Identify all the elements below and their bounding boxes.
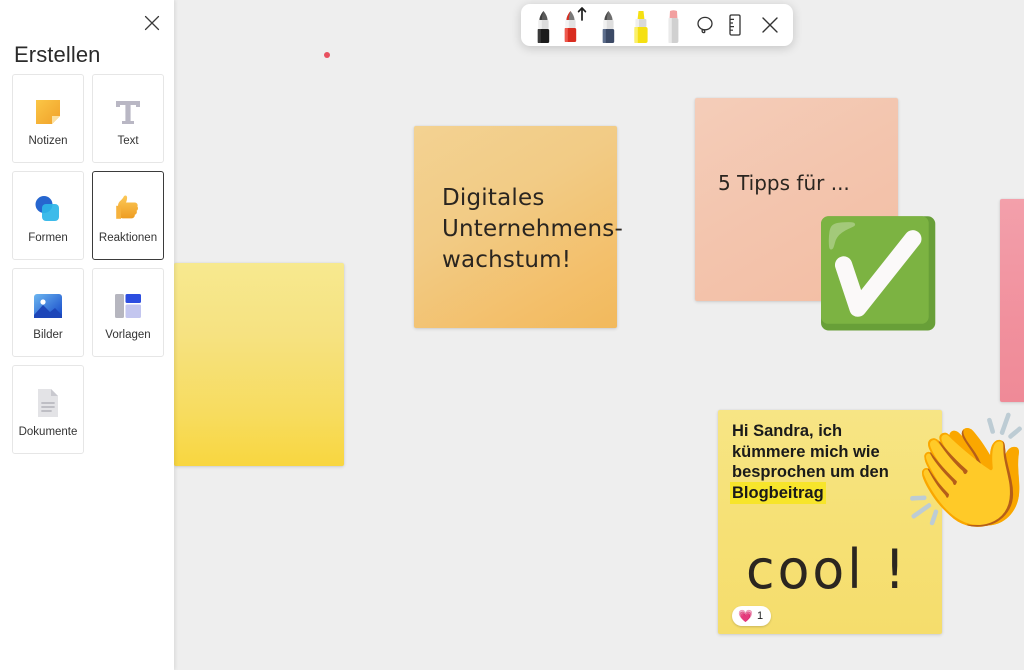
typed-line-2: kümmere mich wie (732, 442, 880, 461)
create-tile-dokumente[interactable]: Dokumente (12, 365, 84, 454)
create-tile-label: Bilder (33, 328, 63, 341)
pen-toolbar[interactable] (521, 4, 793, 46)
create-tile-label: Formen (28, 231, 68, 244)
create-tile-label: Reaktionen (98, 231, 158, 244)
text-t-icon (112, 90, 144, 134)
create-tile-vorlagen[interactable]: Vorlagen (92, 268, 164, 357)
templates-icon (113, 284, 143, 328)
ruler-icon[interactable] (722, 6, 749, 44)
sticky-note-yellow-left[interactable] (174, 263, 344, 466)
create-tile-label: Notizen (28, 134, 68, 147)
image-icon (32, 284, 64, 328)
create-tile-text[interactable]: Text (92, 74, 164, 163)
create-tile-label: Dokumente (18, 425, 78, 438)
create-tile-reaktionen[interactable]: Reaktionen (92, 171, 164, 260)
heart-icon: 💗 (738, 609, 753, 623)
check-mark-sticker[interactable]: ✅ (813, 222, 943, 326)
shapes-icon (31, 187, 65, 231)
pen-red-button[interactable] (561, 6, 589, 44)
create-tile-bilder[interactable]: Bilder (12, 268, 84, 357)
handwritten-ink-text: cool ! (746, 538, 909, 602)
reaction-count: 1 (756, 610, 764, 622)
sticky-note-pink-text: 5 Tipps für ... (718, 171, 850, 195)
page-title: Erstellen (14, 42, 101, 67)
typed-line-3: besprochen um den (732, 463, 889, 481)
reaction-badge[interactable]: 💗 1 (732, 606, 772, 626)
create-tile-label: Vorlagen (105, 328, 151, 341)
ink-dot (324, 52, 330, 58)
sticky-note-orange[interactable]: Digitales Unternehmens- wachstum! (414, 126, 623, 328)
close-icon[interactable] (756, 6, 783, 44)
pen-blue-button[interactable] (594, 6, 622, 44)
create-tile-formen[interactable]: Formen (12, 171, 84, 260)
create-panel-grid: Notizen Text Formen Reaktionen Bilder Vo… (12, 74, 164, 454)
highlighter-yellow-button[interactable] (626, 6, 654, 44)
sticky-note-icon (31, 90, 65, 134)
clapping-hands-sticker[interactable]: 👏 (900, 418, 1024, 530)
create-panel: Erstellen Notizen Text Formen Reaktionen… (0, 0, 174, 670)
sticky-note-orange-text: Digitales Unternehmens- wachstum! (442, 185, 623, 273)
typed-line-1: Hi Sandra, ich (732, 422, 843, 440)
thumbs-up-icon (112, 187, 144, 231)
document-icon (34, 381, 62, 425)
eraser-button[interactable] (659, 6, 687, 44)
create-tile-label: Text (117, 134, 139, 147)
lasso-select-icon[interactable] (691, 6, 718, 44)
sticky-note-pink-right[interactable] (1000, 199, 1024, 402)
typed-highlighted-word: Blogbeitrag (732, 483, 824, 502)
close-icon[interactable] (139, 10, 165, 36)
pen-black-button[interactable] (529, 6, 557, 44)
create-tile-notizen[interactable]: Notizen (12, 74, 84, 163)
